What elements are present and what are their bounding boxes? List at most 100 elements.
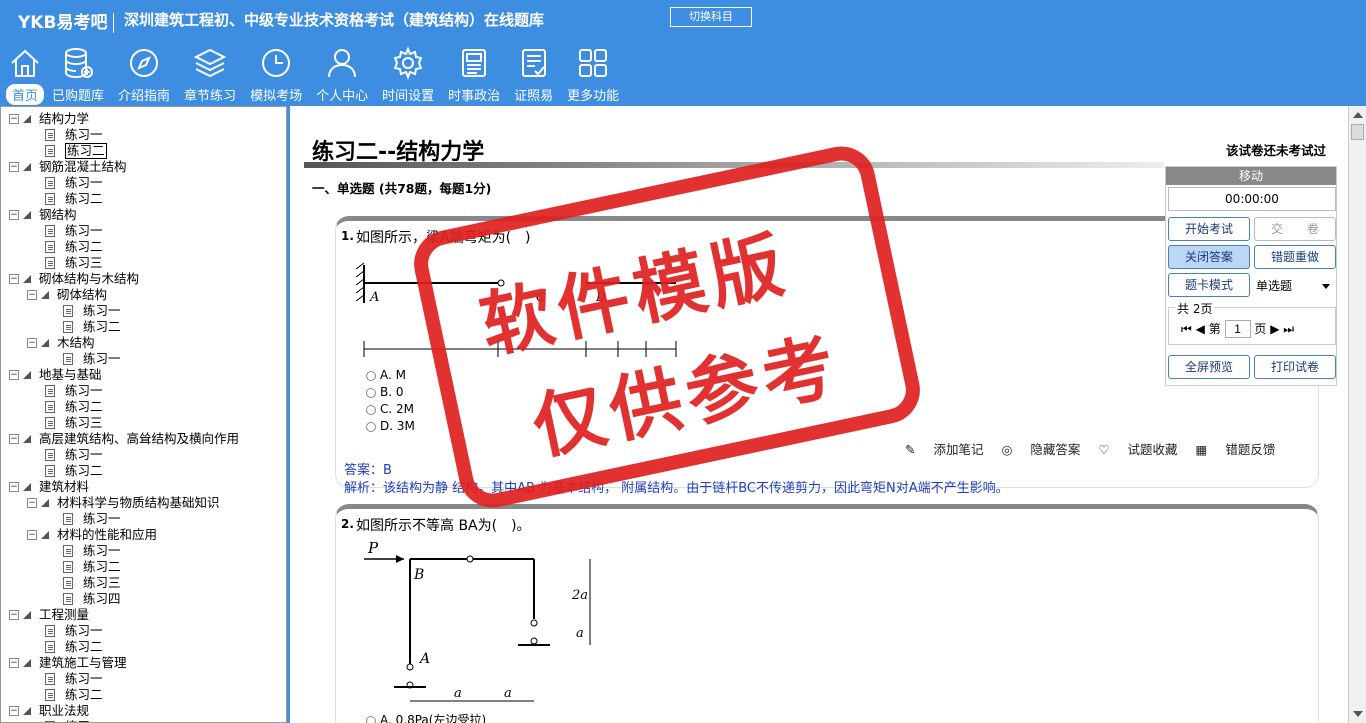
add-note-button[interactable]: ✎ 添加笔记 (905, 442, 983, 457)
tree-folder[interactable]: − 材料的性能和应用 (9, 527, 284, 543)
tree-leaf[interactable]: 练习一 (9, 511, 284, 527)
tree-folder[interactable]: − 材料科学与物质结构基础知识 (9, 495, 284, 511)
nav-item-8[interactable]: 证照易 (508, 46, 559, 106)
tree-leaf[interactable]: 练习一 (9, 127, 284, 143)
tree-leaf[interactable]: 练习一 (9, 175, 284, 191)
option-c[interactable]: C. 2M (366, 402, 414, 416)
tree-leaf[interactable]: 练习一 (9, 383, 284, 399)
tree-leaf[interactable]: 练习三 (9, 415, 284, 431)
vertical-scrollbar[interactable] (1348, 106, 1366, 723)
tree-leaf[interactable]: 练习二 (9, 559, 284, 575)
tree-leaf[interactable]: 练习一 (9, 623, 284, 639)
option-d[interactable]: D. 3M (366, 419, 415, 433)
tree-leaf[interactable]: 练习二 (9, 239, 284, 255)
tree-folder[interactable]: − 木结构 (9, 335, 284, 351)
tree-leaf[interactable]: 练习一 (9, 543, 284, 559)
collapse-icon[interactable]: − (9, 162, 19, 172)
redo-wrong-button[interactable]: 错题重做 (1254, 245, 1336, 269)
next-page-icon[interactable]: ▶ (1270, 322, 1279, 336)
prev-page-icon[interactable]: ◀ (1196, 322, 1205, 336)
tree-leaf[interactable]: 练习二 (9, 191, 284, 207)
nav-item-7[interactable]: 时事政治 (442, 46, 506, 106)
collapse-icon[interactable]: − (9, 434, 19, 444)
tree-leaf[interactable]: 练习一 (9, 303, 284, 319)
collapse-icon[interactable]: − (9, 114, 19, 124)
nav-item-3[interactable]: 章节练习 (178, 46, 242, 106)
tree-leaf[interactable]: 练习一 (9, 447, 284, 463)
collapse-icon[interactable]: − (27, 530, 37, 540)
scroll-thumb[interactable] (1351, 124, 1364, 140)
hide-answer-button[interactable]: ◎ 隐藏答案 (1001, 442, 1080, 457)
favorite-button[interactable]: ♡ 试题收藏 (1098, 442, 1177, 457)
tree-leaf[interactable]: 练习一 (9, 719, 284, 722)
start-exam-button[interactable]: 开始考试 (1168, 217, 1250, 241)
tree-leaf[interactable]: 练习一 (9, 671, 284, 687)
collapse-icon[interactable]: − (9, 274, 19, 284)
tree-folder[interactable]: − 钢筋混凝土结构 (9, 159, 284, 175)
tree-folder[interactable]: − 砌体结构与木结构 (9, 271, 284, 287)
tree-folder[interactable]: − 地基与基础 (9, 367, 284, 383)
paper-title: 练习二--结构力学 (312, 140, 485, 165)
collapse-icon[interactable]: − (9, 706, 19, 716)
folder-icon (23, 211, 31, 219)
page-input[interactable] (1224, 320, 1251, 338)
nav-item-4[interactable]: 模拟考场 (244, 46, 308, 106)
tree-leaf[interactable]: 练习一 (9, 223, 284, 239)
tree-folder[interactable]: − 砌体结构 (9, 287, 284, 303)
collapse-icon[interactable]: − (9, 370, 19, 380)
tree-folder[interactable]: − 高层建筑结构、高耸结构及横向作用 (9, 431, 284, 447)
collapse-icon[interactable]: − (27, 338, 37, 348)
submit-paper-button[interactable]: 交 卷 (1254, 217, 1336, 241)
scroll-down-icon[interactable] (1353, 711, 1363, 717)
fullscreen-preview-button[interactable]: 全屏预览 (1168, 355, 1250, 379)
tree-leaf[interactable]: 练习二 (9, 399, 284, 415)
tree-folder[interactable]: − 建筑施工与管理 (9, 655, 284, 671)
nav-item-2[interactable]: 介绍指南 (112, 46, 176, 106)
tree-leaf[interactable]: 练习二 (9, 687, 284, 703)
nav-item-5[interactable]: 个人中心 (310, 46, 374, 106)
tree-folder[interactable]: − 职业法规 (9, 703, 284, 719)
collapse-icon[interactable]: − (9, 658, 19, 668)
tree-folder[interactable]: − 建筑材料 (9, 479, 284, 495)
tree-label: 高层建筑结构、高耸结构及横向作用 (39, 431, 240, 446)
nav-item-0[interactable]: 首页 (6, 46, 45, 106)
tree-folder[interactable]: − 工程测量 (9, 607, 284, 623)
layers-icon (193, 48, 227, 78)
tree-leaf[interactable]: 练习三 (9, 575, 284, 591)
tree-leaf[interactable]: 练习二 (9, 319, 284, 335)
close-answer-button[interactable]: 关闭答案 (1168, 245, 1250, 269)
nav-item-6[interactable]: 时间设置 (376, 46, 440, 106)
nav-item-1[interactable]: 已购题库 (46, 46, 110, 106)
card-mode-button[interactable]: 题卡模式 (1168, 273, 1250, 297)
tree-leaf[interactable]: 练习三 (9, 255, 284, 271)
last-page-icon[interactable]: ⏭ (1283, 322, 1294, 336)
question-type-select[interactable]: 单选题 (1252, 275, 1336, 297)
question-tools: ✎ 添加笔记 ◎ 隐藏答案 ♡ 试题收藏 ▦ 错题反馈 (891, 439, 1275, 458)
tree-leaf[interactable]: 练习一 (9, 351, 284, 367)
question-number: 1. (341, 229, 354, 243)
option-b[interactable]: B. 0 (366, 385, 404, 399)
tree-folder[interactable]: − 结构力学 (9, 111, 284, 127)
tree-leaf[interactable]: 练习四 (9, 591, 284, 607)
first-page-icon[interactable]: ⏮ (1181, 322, 1192, 336)
nav-item-9[interactable]: 更多功能 (561, 46, 625, 106)
tree-leaf[interactable]: 练习二 (9, 639, 284, 655)
option-a[interactable]: A. M (366, 368, 406, 382)
collapse-icon[interactable]: − (27, 290, 37, 300)
print-paper-button[interactable]: 打印试卷 (1254, 355, 1336, 379)
app-header: YKB易考吧 深圳建筑工程初、中级专业技术资格考试（建筑结构）在线题库 切换科目… (0, 0, 1366, 106)
option-a[interactable]: A. 0.8Pa(左边受拉) (366, 711, 486, 723)
tree-leaf[interactable]: 练习二 (9, 463, 284, 479)
collapse-icon[interactable]: − (27, 498, 37, 508)
feedback-button[interactable]: ▦ 错题反馈 (1196, 442, 1276, 457)
tree-folder[interactable]: − 钢结构 (9, 207, 284, 223)
tree-leaf[interactable]: 练习二 (9, 143, 284, 159)
user-icon (328, 49, 357, 78)
collapse-icon[interactable]: − (9, 610, 19, 620)
scroll-up-icon[interactable] (1353, 112, 1363, 118)
move-handle[interactable]: 移动 (1166, 167, 1336, 185)
chapter-tree: − 结构力学 练习一 练习二 − 钢筋混凝土结构 练习一 练习二 − 钢结构 练习一 练习二 练习三 − 砌… (9, 111, 284, 722)
collapse-icon[interactable]: − (9, 210, 19, 220)
switch-subject-button[interactable]: 切换科目 (670, 7, 752, 27)
collapse-icon[interactable]: − (9, 482, 19, 492)
